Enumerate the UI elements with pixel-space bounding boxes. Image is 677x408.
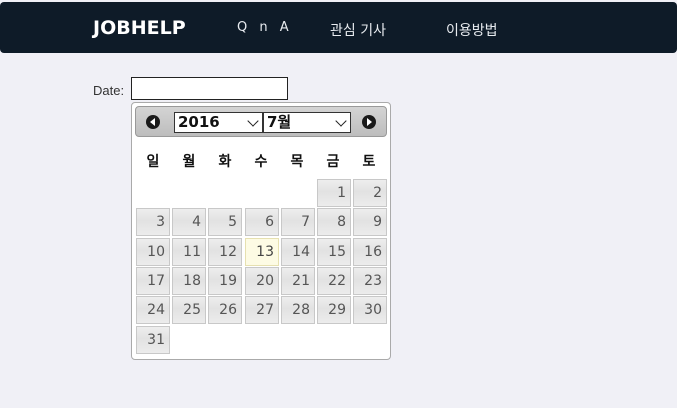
calendar-day[interactable]: 12 — [208, 238, 242, 266]
weekday-header: 일 월 화 수 목 금 토 — [136, 151, 388, 171]
calendar-day[interactable]: 18 — [172, 267, 206, 295]
brand-logo[interactable]: JOBHELP — [93, 17, 186, 39]
year-select-value: 2016 — [178, 113, 220, 131]
top-navbar: JOBHELP Q n A 관심 기사 이용방법 — [0, 2, 677, 53]
nav-link-how-to-use[interactable]: 이용방법 — [446, 20, 498, 40]
weekday-thu: 목 — [290, 154, 304, 170]
calendar-day[interactable]: 9 — [353, 208, 387, 236]
calendar-day[interactable]: 14 — [281, 238, 315, 266]
datepicker-header: 2016 7월 — [135, 106, 387, 137]
year-select[interactable]: 2016 — [174, 112, 263, 133]
calendar-day[interactable]: 25 — [172, 296, 206, 324]
weekday-wed: 수 — [254, 154, 268, 170]
weekday-fri: 금 — [326, 154, 340, 170]
calendar-day[interactable]: 23 — [353, 267, 387, 295]
calendar-day[interactable]: 4 — [172, 208, 206, 236]
calendar-day[interactable]: 16 — [353, 238, 387, 266]
calendar-day[interactable]: 21 — [281, 267, 315, 295]
weekday-sat: 토 — [362, 154, 376, 170]
calendar-day[interactable]: 7 — [281, 208, 315, 236]
calendar-day[interactable]: 29 — [317, 296, 351, 324]
calendar-day[interactable]: 10 — [136, 238, 170, 266]
weekday-sun: 일 — [146, 154, 160, 170]
calendar-day[interactable]: 1 — [317, 179, 351, 207]
calendar-day[interactable]: 15 — [317, 238, 351, 266]
calendar-day-today[interactable]: 13 — [245, 238, 279, 266]
chevron-down-icon — [335, 115, 347, 127]
calendar-day[interactable]: 30 — [353, 296, 387, 324]
weekday-tue: 화 — [218, 154, 232, 170]
chevron-down-icon — [247, 115, 259, 127]
calendar-day[interactable]: 17 — [136, 267, 170, 295]
month-select[interactable]: 7월 — [263, 112, 351, 133]
calendar-day[interactable]: 31 — [136, 326, 170, 354]
weekday-mon: 월 — [182, 154, 196, 170]
date-input[interactable] — [131, 77, 288, 100]
calendar-day[interactable]: 5 — [208, 208, 242, 236]
calendar-day[interactable]: 24 — [136, 296, 170, 324]
month-select-value: 7월 — [267, 113, 292, 131]
calendar-day[interactable]: 6 — [245, 208, 279, 236]
calendar-day[interactable]: 28 — [281, 296, 315, 324]
next-month-icon[interactable] — [362, 115, 376, 129]
calendar-day[interactable]: 19 — [208, 267, 242, 295]
datepicker-popup: 2016 7월 일 월 화 수 목 금 토 1 2 3 4 5 6 7 8 9 10 11 12 13 1… — [131, 102, 391, 360]
calendar-day[interactable]: 27 — [245, 296, 279, 324]
nav-link-qna[interactable]: Q n A — [237, 20, 293, 35]
calendar-day[interactable]: 11 — [172, 238, 206, 266]
calendar-day[interactable]: 22 — [317, 267, 351, 295]
date-label: Date: — [93, 83, 125, 98]
nav-link-articles[interactable]: 관심 기사 — [330, 20, 386, 40]
calendar-day[interactable]: 26 — [208, 296, 242, 324]
prev-month-icon[interactable] — [146, 115, 160, 129]
calendar-day[interactable]: 3 — [136, 208, 170, 236]
calendar-day[interactable]: 20 — [245, 267, 279, 295]
calendar-day[interactable]: 8 — [317, 208, 351, 236]
calendar-day[interactable]: 2 — [353, 179, 387, 207]
